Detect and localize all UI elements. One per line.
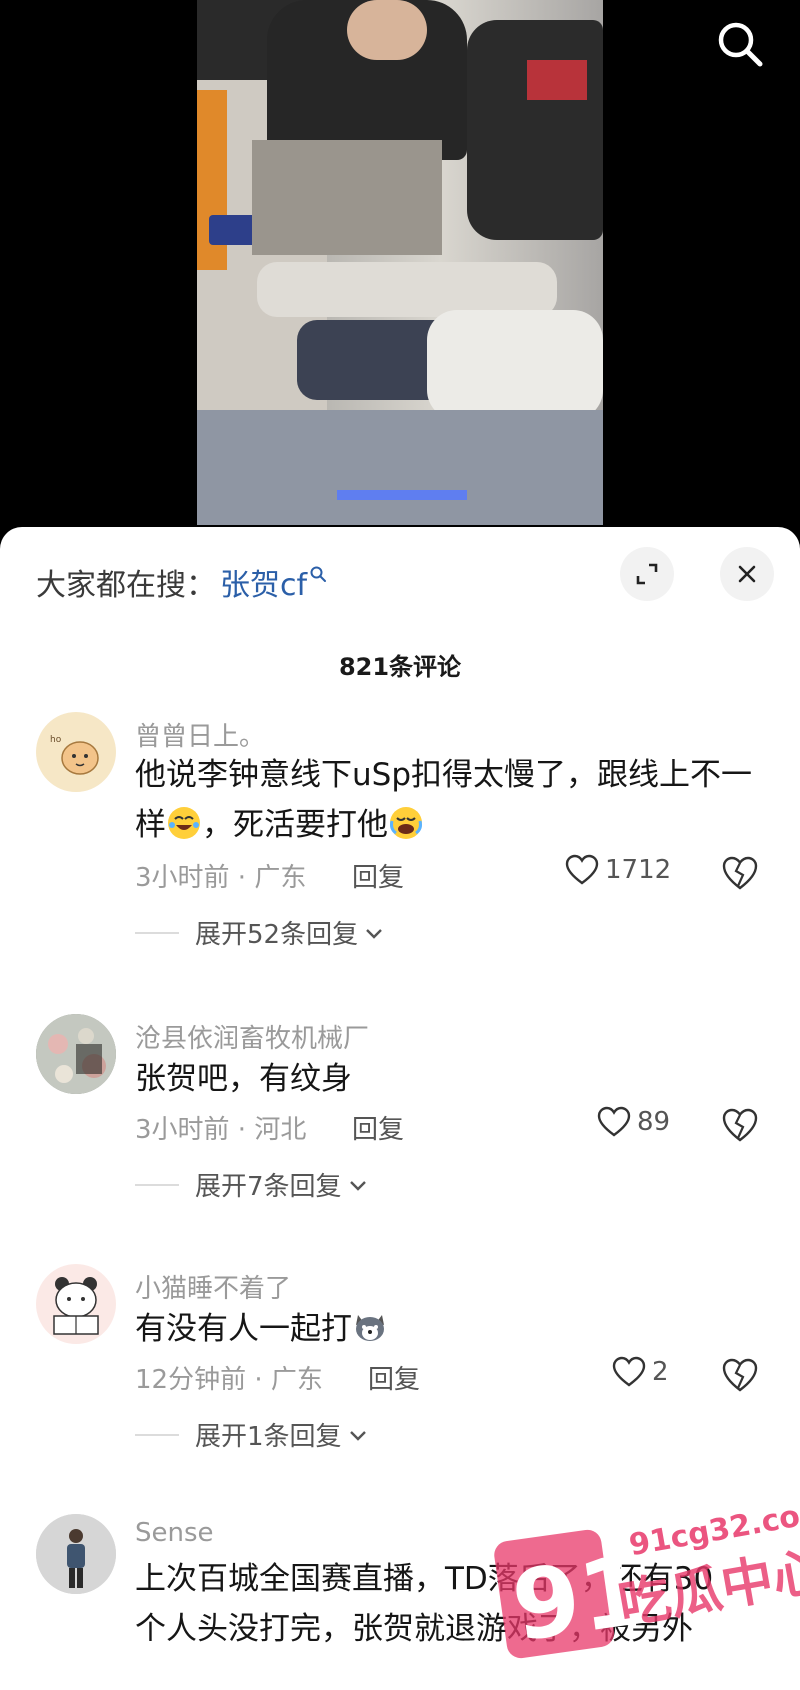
like-button[interactable]: 1712 — [565, 854, 671, 886]
reply-button[interactable]: 回复 — [352, 857, 404, 894]
comment-item: Sense 上次百城全国赛直播，TD落后了，还有30 个人头没打完，张贺就退游戏… — [0, 1514, 800, 1690]
divider-line — [135, 1433, 179, 1436]
video-scene-floor — [197, 410, 603, 525]
comment-text-part: ，死活要打他 — [202, 807, 388, 843]
comment-text-line: 上次百城全国赛直播，TD落后了，还有30 — [135, 1561, 714, 1597]
cartoon-dog-avatar-icon: ho — [50, 735, 99, 775]
comment-text: 有没有人一起打 — [135, 1304, 775, 1354]
comment-text: 上次百城全国赛直播，TD落后了，还有30 个人头没打完，张贺就退游戏了，被另外 — [135, 1554, 775, 1654]
comment-time-location: 3小时前 · 河北 — [135, 1115, 307, 1145]
dislike-button[interactable] — [720, 853, 760, 893]
comment-item: 沧县依润畜牧机械厂 张贺吧，有纹身 3小时前 · 河北 回复 89 展开7条回复 — [0, 1014, 800, 1244]
video-scene-person-right — [467, 20, 603, 240]
username[interactable]: 小猫睡不着了 — [135, 1268, 291, 1305]
close-panel-button[interactable] — [720, 547, 774, 601]
expand-replies-button[interactable]: 展开7条回复 — [135, 1166, 368, 1203]
avatar[interactable] — [36, 1264, 116, 1344]
like-button[interactable]: 89 — [597, 1106, 670, 1138]
avatar[interactable] — [36, 1514, 116, 1594]
comment-time-location: 3小时前 · 广东 — [135, 863, 307, 893]
like-count: 89 — [637, 1107, 671, 1137]
username[interactable]: Sense — [135, 1518, 214, 1548]
video-scene-white-shirt — [427, 310, 603, 420]
husky-dog-emoji-icon — [356, 1315, 384, 1341]
divider-line — [135, 1183, 179, 1186]
broken-heart-icon — [722, 1358, 758, 1392]
divider-line — [135, 931, 179, 934]
trending-search-prefix: 大家都在搜： — [36, 568, 216, 603]
like-count: 2 — [652, 1357, 669, 1387]
dislike-button[interactable] — [720, 1355, 760, 1395]
expand-replies-label: 展开1条回复 — [195, 1422, 342, 1452]
floral-photo-avatar-icon — [36, 1014, 116, 1094]
expand-replies-label: 展开7条回复 — [195, 1172, 342, 1202]
expand-replies-button[interactable]: 展开1条回复 — [135, 1416, 368, 1453]
search-icon — [718, 22, 763, 67]
expand-replies-label: 展开52条回复 — [195, 920, 359, 950]
chevron-down-icon — [349, 1430, 366, 1441]
video-scene-blue-light — [337, 490, 467, 500]
comment-count: 821条评论 — [338, 653, 462, 681]
comment-text-part: 有没有人一起打 — [135, 1311, 352, 1347]
heart-icon — [565, 854, 599, 885]
username[interactable]: 沧县依润畜牧机械厂 — [135, 1018, 369, 1055]
chevron-down-icon — [349, 1180, 366, 1191]
expand-replies-button[interactable]: 展开52条回复 — [135, 914, 384, 951]
video-player[interactable] — [0, 0, 800, 540]
like-button[interactable]: 2 — [612, 1356, 669, 1388]
crying-laughing-emoji-icon — [390, 807, 422, 839]
person-photo-avatar-icon — [36, 1514, 116, 1594]
trending-search-term[interactable]: 张贺cf — [220, 560, 307, 604]
comment-text-line: 个人头没打完，张贺就退游戏了，被另外 — [135, 1611, 693, 1647]
close-icon — [738, 565, 756, 583]
dislike-button[interactable] — [720, 1105, 760, 1145]
broken-heart-icon — [722, 856, 758, 890]
avatar[interactable]: ho — [36, 712, 116, 792]
trending-search-bar: 大家都在搜： 张贺cf — [36, 557, 327, 607]
comment-text: 他说李钟意线下uSp扣得太慢了，跟线上不一样 ，死活要打他 — [135, 750, 775, 850]
search-button[interactable] — [712, 16, 768, 72]
comment-item: 小猫睡不着了 有没有人一起打 12分钟前 · 广东 回复 2 展开1条回复 — [0, 1264, 800, 1494]
chevron-down-icon — [366, 928, 382, 939]
heart-icon — [612, 1356, 646, 1387]
comment-text: 张贺吧，有纹身 — [135, 1061, 352, 1097]
video-scene-face — [347, 0, 427, 60]
comment-panel: 大家都在搜： 张贺cf 821条评论 ho 曾曾日上。 他说李钟意线下uSp扣得… — [0, 527, 800, 1690]
expand-panel-button[interactable] — [620, 547, 674, 601]
reply-button[interactable]: 回复 — [368, 1359, 420, 1396]
video-scene-red-strip — [527, 60, 587, 100]
expand-icon — [636, 563, 658, 585]
broken-heart-icon — [722, 1108, 758, 1142]
username[interactable]: 曾曾日上。 — [135, 716, 265, 753]
comment-item: ho 曾曾日上。 他说李钟意线下uSp扣得太慢了，跟线上不一样 ，死活要打他 3小… — [0, 712, 800, 992]
video-scene-legs — [257, 262, 557, 317]
search-icon — [310, 566, 327, 582]
svg-text:ho: ho — [50, 735, 62, 745]
reply-button[interactable]: 回复 — [352, 1109, 404, 1146]
comment-time-location: 12分钟前 · 广东 — [135, 1365, 323, 1395]
like-count: 1712 — [605, 855, 672, 885]
video-frame — [197, 0, 603, 525]
laughing-crying-emoji-icon — [168, 807, 200, 839]
heart-icon — [597, 1106, 631, 1137]
avatar[interactable] — [36, 1014, 116, 1094]
bear-reading-avatar-icon — [53, 1277, 99, 1335]
video-scene-panel — [252, 140, 442, 255]
